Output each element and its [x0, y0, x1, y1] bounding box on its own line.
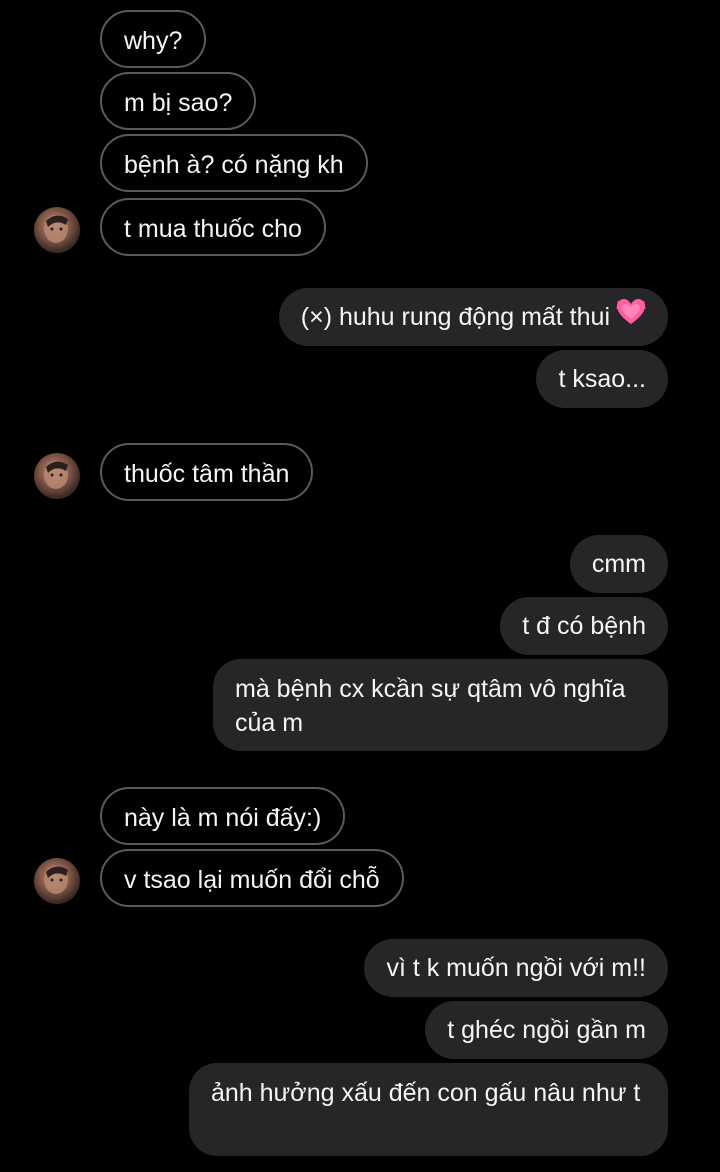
- sent-message[interactable]: vì t k muốn ngồi với m!!: [364, 939, 668, 997]
- message-text: cmm: [591, 550, 646, 578]
- message-text: vì t k muốn ngồi với m!!: [386, 954, 646, 982]
- contact-avatar[interactable]: [34, 453, 80, 499]
- message-text: t ghéc ngồi gần m: [447, 1016, 646, 1044]
- message-text: v tsao lại muốn đổi chỗ: [124, 866, 380, 894]
- sent-message[interactable]: (×) huhu rung động mất thui: [278, 288, 668, 346]
- received-message[interactable]: v tsao lại muốn đổi chỗ: [100, 849, 404, 907]
- sent-message[interactable]: t đ có bệnh: [500, 597, 668, 655]
- contact-avatar[interactable]: [34, 207, 80, 253]
- received-message[interactable]: why?: [100, 10, 207, 68]
- contact-avatar[interactable]: [34, 858, 80, 904]
- message-text: why?: [124, 27, 183, 55]
- message-text: (×) huhu rung động mất thui: [300, 303, 610, 332]
- message-text: mà bệnh cx kcần sự qtâm vô nghĩa của m: [235, 675, 626, 737]
- sent-message[interactable]: cmm: [569, 535, 668, 593]
- message-text: t đ có bệnh: [522, 612, 646, 640]
- received-message[interactable]: m bị sao?: [100, 72, 257, 130]
- sent-message[interactable]: ảnh hưởng xấu đến con gấu nâu như t: [189, 1063, 668, 1156]
- message-text: ảnh hưởng xấu đến con gấu nâu như t: [211, 1079, 641, 1107]
- message-text: t ksao...: [558, 365, 646, 393]
- avatar-image-icon: [44, 461, 68, 489]
- message-text: này là m nói đấy:): [124, 804, 322, 832]
- received-message[interactable]: bệnh à? có nặng kh: [100, 134, 368, 192]
- message-text: m bị sao?: [124, 89, 233, 117]
- growing-heart-icon: [616, 298, 646, 335]
- received-message[interactable]: thuốc tâm thần: [100, 443, 314, 501]
- avatar-image-icon: [44, 215, 68, 243]
- message-text: thuốc tâm thần: [124, 460, 290, 488]
- sent-message[interactable]: t ksao...: [536, 350, 668, 408]
- sent-message[interactable]: t ghéc ngồi gần m: [425, 1001, 668, 1059]
- sent-message[interactable]: mà bệnh cx kcần sự qtâm vô nghĩa của m: [213, 659, 668, 751]
- received-message[interactable]: t mua thuốc cho: [100, 198, 326, 256]
- message-text: t mua thuốc cho: [124, 215, 302, 243]
- message-text: bệnh à? có nặng kh: [124, 151, 344, 179]
- avatar-image-icon: [44, 866, 68, 894]
- received-message[interactable]: này là m nói đấy:): [100, 787, 346, 845]
